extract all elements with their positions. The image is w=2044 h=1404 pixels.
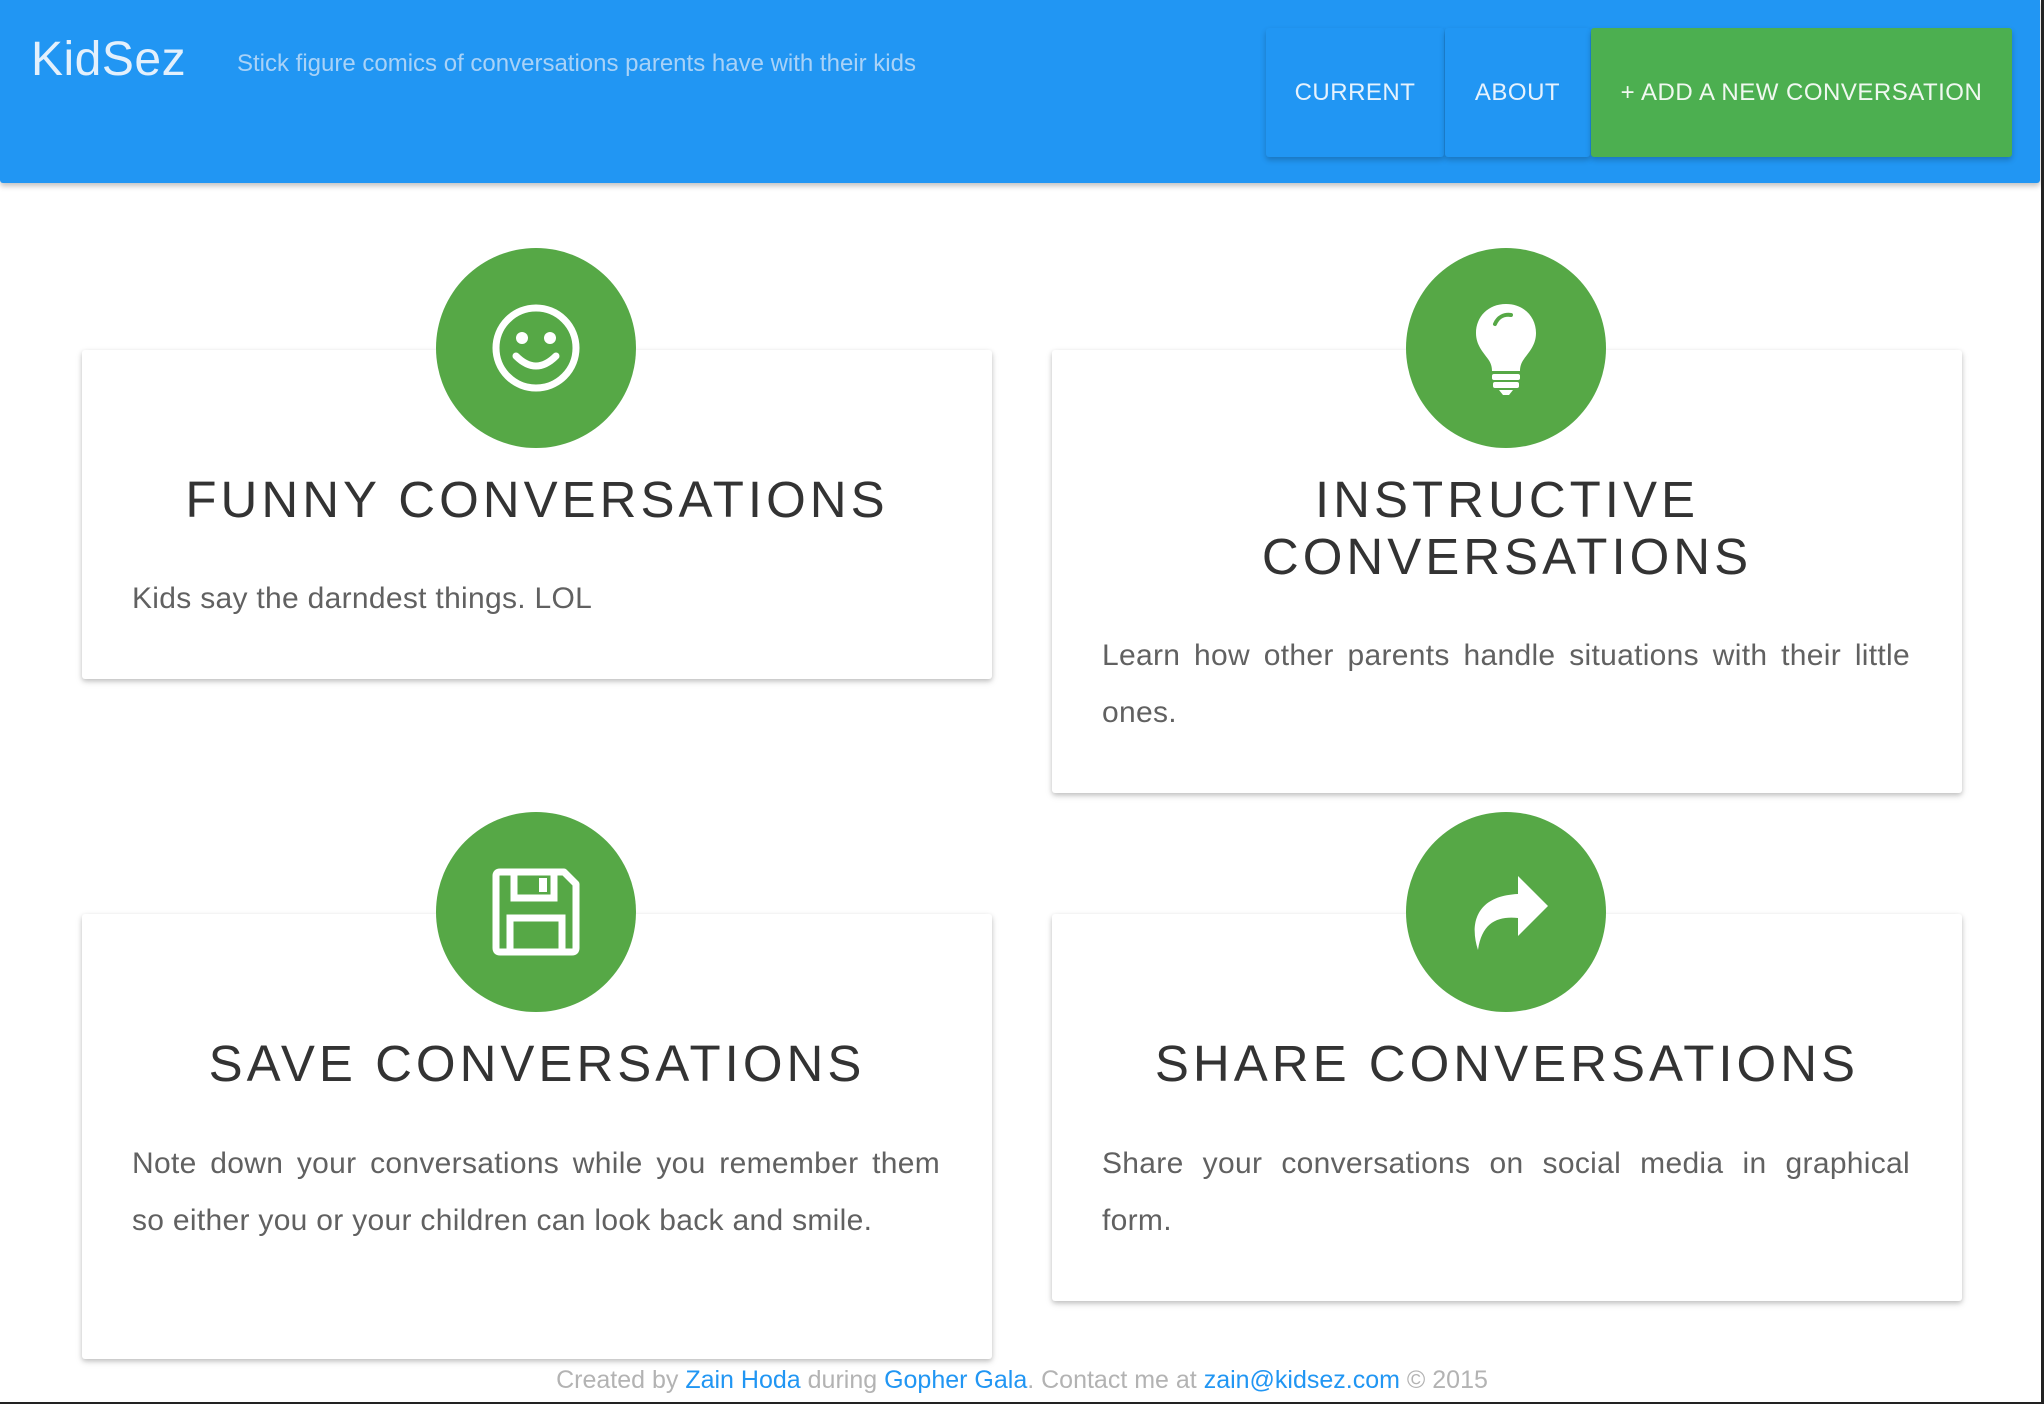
footer: Created by Zain Hoda during Gopher Gala.… <box>0 1366 2044 1395</box>
feature-icon-circle <box>1406 812 1606 1012</box>
footer-during: during <box>800 1366 885 1394</box>
feature-description: Kids say the darndest things. LOL <box>132 582 593 615</box>
add-conversation-button[interactable]: + ADD A NEW CONVERSATION <box>1591 28 2012 157</box>
feature-title: SAVE CONVERSATIONS <box>208 1035 866 1092</box>
feature-title: FUNNY CONVERSATIONS <box>185 471 889 528</box>
smiley-icon <box>492 304 580 392</box>
footer-created-by: Created by <box>556 1366 686 1394</box>
brand-logo[interactable]: KidSez <box>31 32 186 87</box>
event-link[interactable]: Gopher Gala <box>884 1366 1027 1394</box>
feature-title: SHARE CONVERSATIONS <box>1154 1035 1860 1092</box>
top-navbar: KidSez Stick figure comics of conversati… <box>0 0 2040 183</box>
nav-about-button[interactable]: ABOUT <box>1445 28 1590 157</box>
feature-icon-circle <box>436 248 636 448</box>
share-arrow-icon <box>1474 876 1548 950</box>
author-link[interactable]: Zain Hoda <box>685 1366 800 1394</box>
tagline: Stick figure comics of conversations par… <box>237 50 916 77</box>
footer-copyright: © 2015 <box>1399 1366 1488 1394</box>
nav-current-button[interactable]: CURRENT <box>1266 28 1444 157</box>
footer-contact: . Contact me at <box>1027 1366 1204 1394</box>
feature-description: Learn how other parents handle situation… <box>1102 639 1910 729</box>
feature-icon-circle <box>436 812 636 1012</box>
feature-description: Note down your conversations while you r… <box>132 1147 940 1237</box>
floppy-disk-icon <box>492 868 580 956</box>
feature-icon-circle <box>1406 248 1606 448</box>
email-link[interactable]: zain@kidsez.com <box>1204 1366 1400 1394</box>
feature-title: INSTRUCTIVE CONVERSATIONS <box>1261 471 1753 585</box>
feature-description: Share your conversations on social media… <box>1102 1147 1910 1237</box>
lightbulb-icon <box>1476 304 1536 395</box>
